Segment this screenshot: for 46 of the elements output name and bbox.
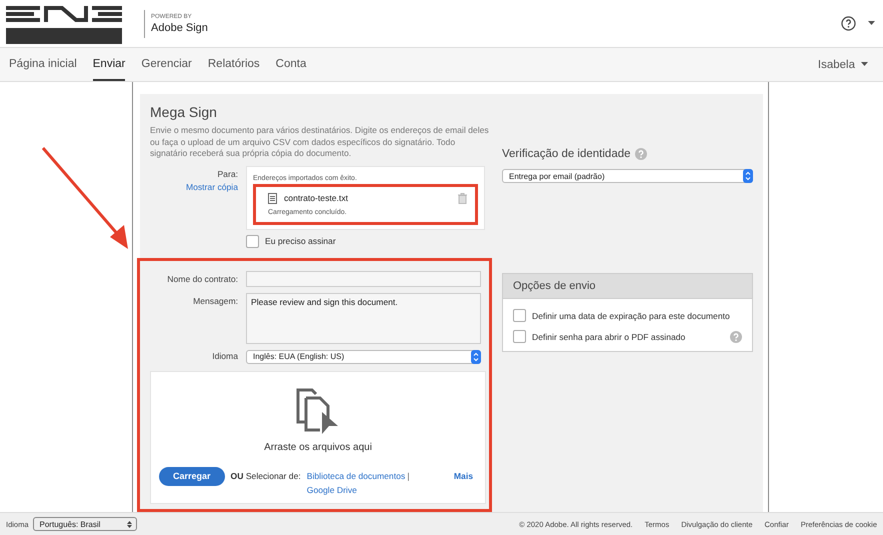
checkbox-label: Eu preciso assinar (265, 236, 336, 246)
upload-button[interactable]: Carregar (159, 466, 225, 486)
language-select[interactable]: Português: Brasil (32, 517, 137, 531)
checkbox-label: Definir uma data de expiração para este documento (532, 310, 730, 320)
identity-select[interactable]: Entrega por email (padrão) (502, 169, 753, 183)
drop-zone[interactable]: Arraste os arquivos aqui Carregar OU Selecionar de: Biblioteca de documentos | Google Drive Mais (150, 370, 486, 504)
logo-icon (6, 4, 124, 44)
message-field[interactable]: Please review and sign this document. (246, 292, 481, 344)
help-icon[interactable] (841, 16, 856, 31)
user-menu[interactable]: Isabela (812, 48, 874, 81)
trash-icon[interactable] (458, 192, 467, 204)
contract-name-field[interactable] (246, 270, 481, 286)
select-arrow-icon (743, 169, 753, 183)
panel-title: Opções de envio (503, 274, 752, 299)
nav-tab[interactable]: Conta (276, 48, 306, 81)
field-label: Para: (217, 168, 238, 178)
nav-tab[interactable]: Página inicial (9, 48, 77, 81)
select-arrow-icon (126, 521, 132, 528)
files-icon (296, 388, 340, 434)
caret-icon (861, 62, 868, 67)
checkbox[interactable] (246, 234, 259, 248)
language-select[interactable]: Inglês: EUA (English: US) (246, 350, 481, 364)
field-label: Mensagem: (193, 294, 238, 306)
nav-tab[interactable]: Enviar (92, 48, 126, 81)
field-label: Nome do contrato: (167, 272, 238, 284)
description-text: Envie o mesmo documento para vários destinatários. Digite os endereços de email deles ou faça o upload de um arquivo CSV com dados específicos do signatário. Todo signatário receberá sua própria cópia do documento. (150, 125, 490, 160)
source-link[interactable]: Google Drive (306, 484, 357, 494)
more-link[interactable]: Mais (454, 466, 477, 480)
nav-tab[interactable]: Relatórios (208, 48, 260, 81)
select-from-text: OU Selecionar de: (230, 470, 301, 480)
file-name: contrato-teste.txt (284, 193, 348, 203)
separator: | (407, 470, 410, 480)
checkbox[interactable] (513, 330, 526, 343)
show-copy-link[interactable]: Mostrar cópia (186, 182, 238, 192)
checkbox-label: Definir senha para abrir o PDF assinado (532, 332, 686, 342)
nav-tab[interactable]: Gerenciar (141, 48, 192, 81)
select-arrow-icon (471, 350, 481, 364)
section-title: Verificação de identidade (502, 148, 631, 160)
caret-icon[interactable] (868, 21, 875, 26)
document-icon (268, 192, 277, 204)
page-title: Mega Sign (150, 104, 218, 120)
field-label: Idioma (212, 350, 238, 360)
checkbox[interactable] (513, 309, 526, 322)
source-link[interactable]: Biblioteca de documentos (306, 470, 406, 480)
drop-hint: Arraste os arquivos aqui (264, 442, 372, 452)
product-name: Adobe Sign (151, 22, 208, 34)
